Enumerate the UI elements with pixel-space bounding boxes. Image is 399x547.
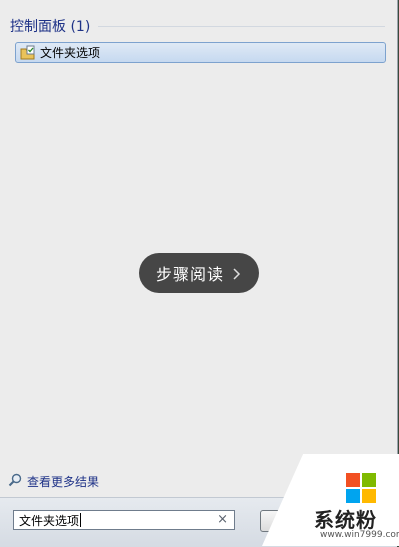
text-caret [80, 513, 82, 527]
watermark-url: www.win7999.com [320, 530, 399, 540]
clear-search-icon[interactable]: × [217, 513, 228, 527]
see-more-results-link[interactable]: 查看更多结果 [8, 472, 99, 490]
group-divider [98, 25, 385, 27]
search-icon [8, 472, 22, 491]
search-input-value: 文件夹选项 [19, 513, 80, 528]
search-results: 控制面板 (1) [4, 6, 391, 498]
see-more-label: 查看更多结果 [27, 474, 100, 489]
step-reading-label: 步骤阅读 [155, 265, 224, 284]
step-reading-button[interactable]: 步骤阅读 [139, 253, 259, 293]
result-item-folder-options[interactable]: 文件夹选项 [15, 42, 386, 63]
group-title[interactable]: 控制面板 (1) [10, 16, 90, 36]
windows-logo-icon [346, 473, 376, 503]
watermark-text: 系统粉 [314, 508, 377, 532]
folder-options-icon [20, 45, 36, 61]
result-item-label: 文件夹选项 [40, 46, 101, 60]
search-input[interactable]: 文件夹选项 × [13, 510, 235, 530]
group-header-control-panel[interactable]: 控制面板 (1) [10, 16, 385, 36]
chevron-right-icon [232, 266, 242, 280]
